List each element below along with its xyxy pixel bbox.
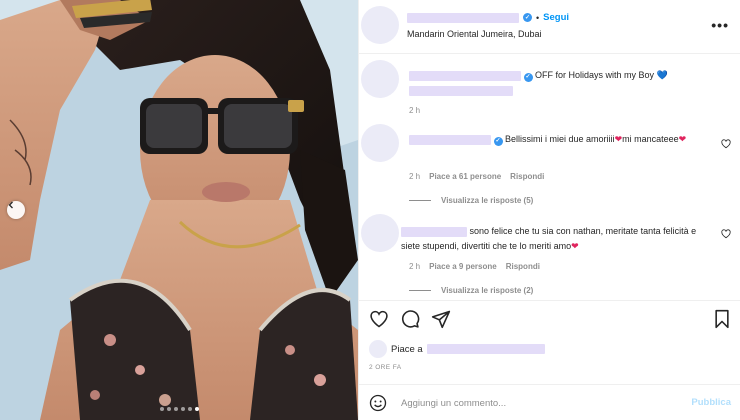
- comment-body-part2: mi mancateee: [622, 134, 679, 144]
- blue-heart-icon: 💙: [656, 70, 668, 80]
- like-comment-heart-icon[interactable]: [721, 139, 731, 149]
- post-header: ✓ • Segui Mandarin Oriental Jumeira, Dub…: [359, 0, 740, 54]
- comment-time[interactable]: 2 h: [409, 172, 420, 181]
- carousel-dot: [159, 407, 164, 411]
- save-bookmark-icon[interactable]: [713, 309, 731, 329]
- caption-meta: 2 h: [409, 106, 420, 115]
- likes-prefix: Piace a: [391, 343, 423, 355]
- red-heart-icon: ❤: [571, 241, 579, 251]
- author-avatar[interactable]: [361, 6, 399, 44]
- commenter-avatar[interactable]: [361, 214, 399, 252]
- caption-body: OFF for Holidays with my Boy: [535, 70, 655, 80]
- username-redacted[interactable]: [409, 70, 521, 81]
- comment-text: ✓ Bellissimi i miei due amoriiii❤mi manc…: [409, 132, 719, 147]
- liker-avatar[interactable]: [369, 340, 387, 358]
- red-heart-icon: ❤: [678, 134, 687, 144]
- like-heart-icon[interactable]: [369, 309, 389, 329]
- verified-badge-icon: ✓: [523, 13, 532, 22]
- hashtags-redacted[interactable]: [409, 85, 513, 96]
- carousel-prev-button[interactable]: [7, 201, 25, 219]
- more-options-icon[interactable]: •••: [711, 17, 729, 33]
- like-comment-heart-icon[interactable]: [721, 229, 731, 239]
- carousel-dot: [173, 407, 178, 411]
- follow-button[interactable]: Segui: [543, 12, 569, 23]
- emoji-icon[interactable]: [369, 394, 387, 412]
- author-username-redacted[interactable]: [407, 12, 519, 23]
- commenter-avatar[interactable]: [361, 124, 399, 162]
- view-replies-label: Visualizza le risposte (2): [441, 286, 534, 295]
- liker-username-redacted[interactable]: [426, 344, 545, 354]
- reply-button[interactable]: Rispondi: [510, 172, 544, 181]
- comment-likes[interactable]: Piace a 61 persone: [429, 172, 501, 181]
- comment-bubble-icon[interactable]: [400, 309, 420, 329]
- separator: •: [536, 12, 540, 23]
- post-timestamp[interactable]: 2 ORE FA: [369, 364, 401, 371]
- carousel-indicator: [0, 407, 358, 411]
- comment-body-part1: Bellissimi i miei due amoriiii: [505, 134, 615, 144]
- author-row: ✓ • Segui: [407, 12, 569, 23]
- comments-list: ✓ OFF for Holidays with my Boy 💙 2 h ✓ B…: [359, 54, 740, 300]
- author-avatar[interactable]: [361, 60, 399, 98]
- verified-badge-icon: ✓: [523, 73, 533, 82]
- comment-meta: 2 h Piace a 9 persone Rispondi: [409, 262, 540, 271]
- photo-illustration: [0, 0, 358, 420]
- add-comment-bar: Pubblica: [359, 384, 740, 420]
- carousel-dot: [187, 407, 192, 411]
- username-redacted[interactable]: [401, 226, 467, 237]
- view-replies-button[interactable]: Visualizza le risposte (2): [409, 286, 533, 295]
- carousel-dot: [180, 407, 185, 411]
- chevron-left-icon: [8, 201, 13, 209]
- view-replies-label: Visualizza le risposte (5): [441, 196, 534, 205]
- comment-time[interactable]: 2 h: [409, 262, 420, 271]
- share-paper-plane-icon[interactable]: [431, 309, 451, 329]
- comment-meta: 2 h Piace a 61 persone Rispondi: [409, 172, 544, 181]
- replies-divider: [409, 200, 431, 201]
- verified-badge-icon: ✓: [493, 137, 503, 146]
- view-replies-button[interactable]: Visualizza le risposte (5): [409, 196, 533, 205]
- post-panel: ✓ • Segui Mandarin Oriental Jumeira, Dub…: [358, 0, 740, 420]
- comment-time[interactable]: 2 h: [409, 106, 420, 115]
- carousel-dot: [166, 407, 171, 411]
- red-heart-icon: ❤: [614, 134, 623, 144]
- caption-text: ✓ OFF for Holidays with my Boy 💙: [409, 68, 719, 98]
- post-actions: [359, 300, 740, 336]
- post-photo: [0, 0, 358, 420]
- username-redacted[interactable]: [409, 134, 491, 145]
- comment-text: sono felice che tu sia con nathan, merit…: [401, 224, 711, 254]
- likes-summary: Piace a: [369, 340, 545, 358]
- comment-likes[interactable]: Piace a 9 persone: [429, 262, 497, 271]
- carousel-dot: [194, 407, 199, 411]
- location-link[interactable]: Mandarin Oriental Jumeira, Dubai: [407, 29, 542, 39]
- comment-input[interactable]: [401, 394, 671, 412]
- reply-button[interactable]: Rispondi: [506, 262, 540, 271]
- replies-divider: [409, 290, 431, 291]
- publish-button[interactable]: Pubblica: [691, 397, 731, 408]
